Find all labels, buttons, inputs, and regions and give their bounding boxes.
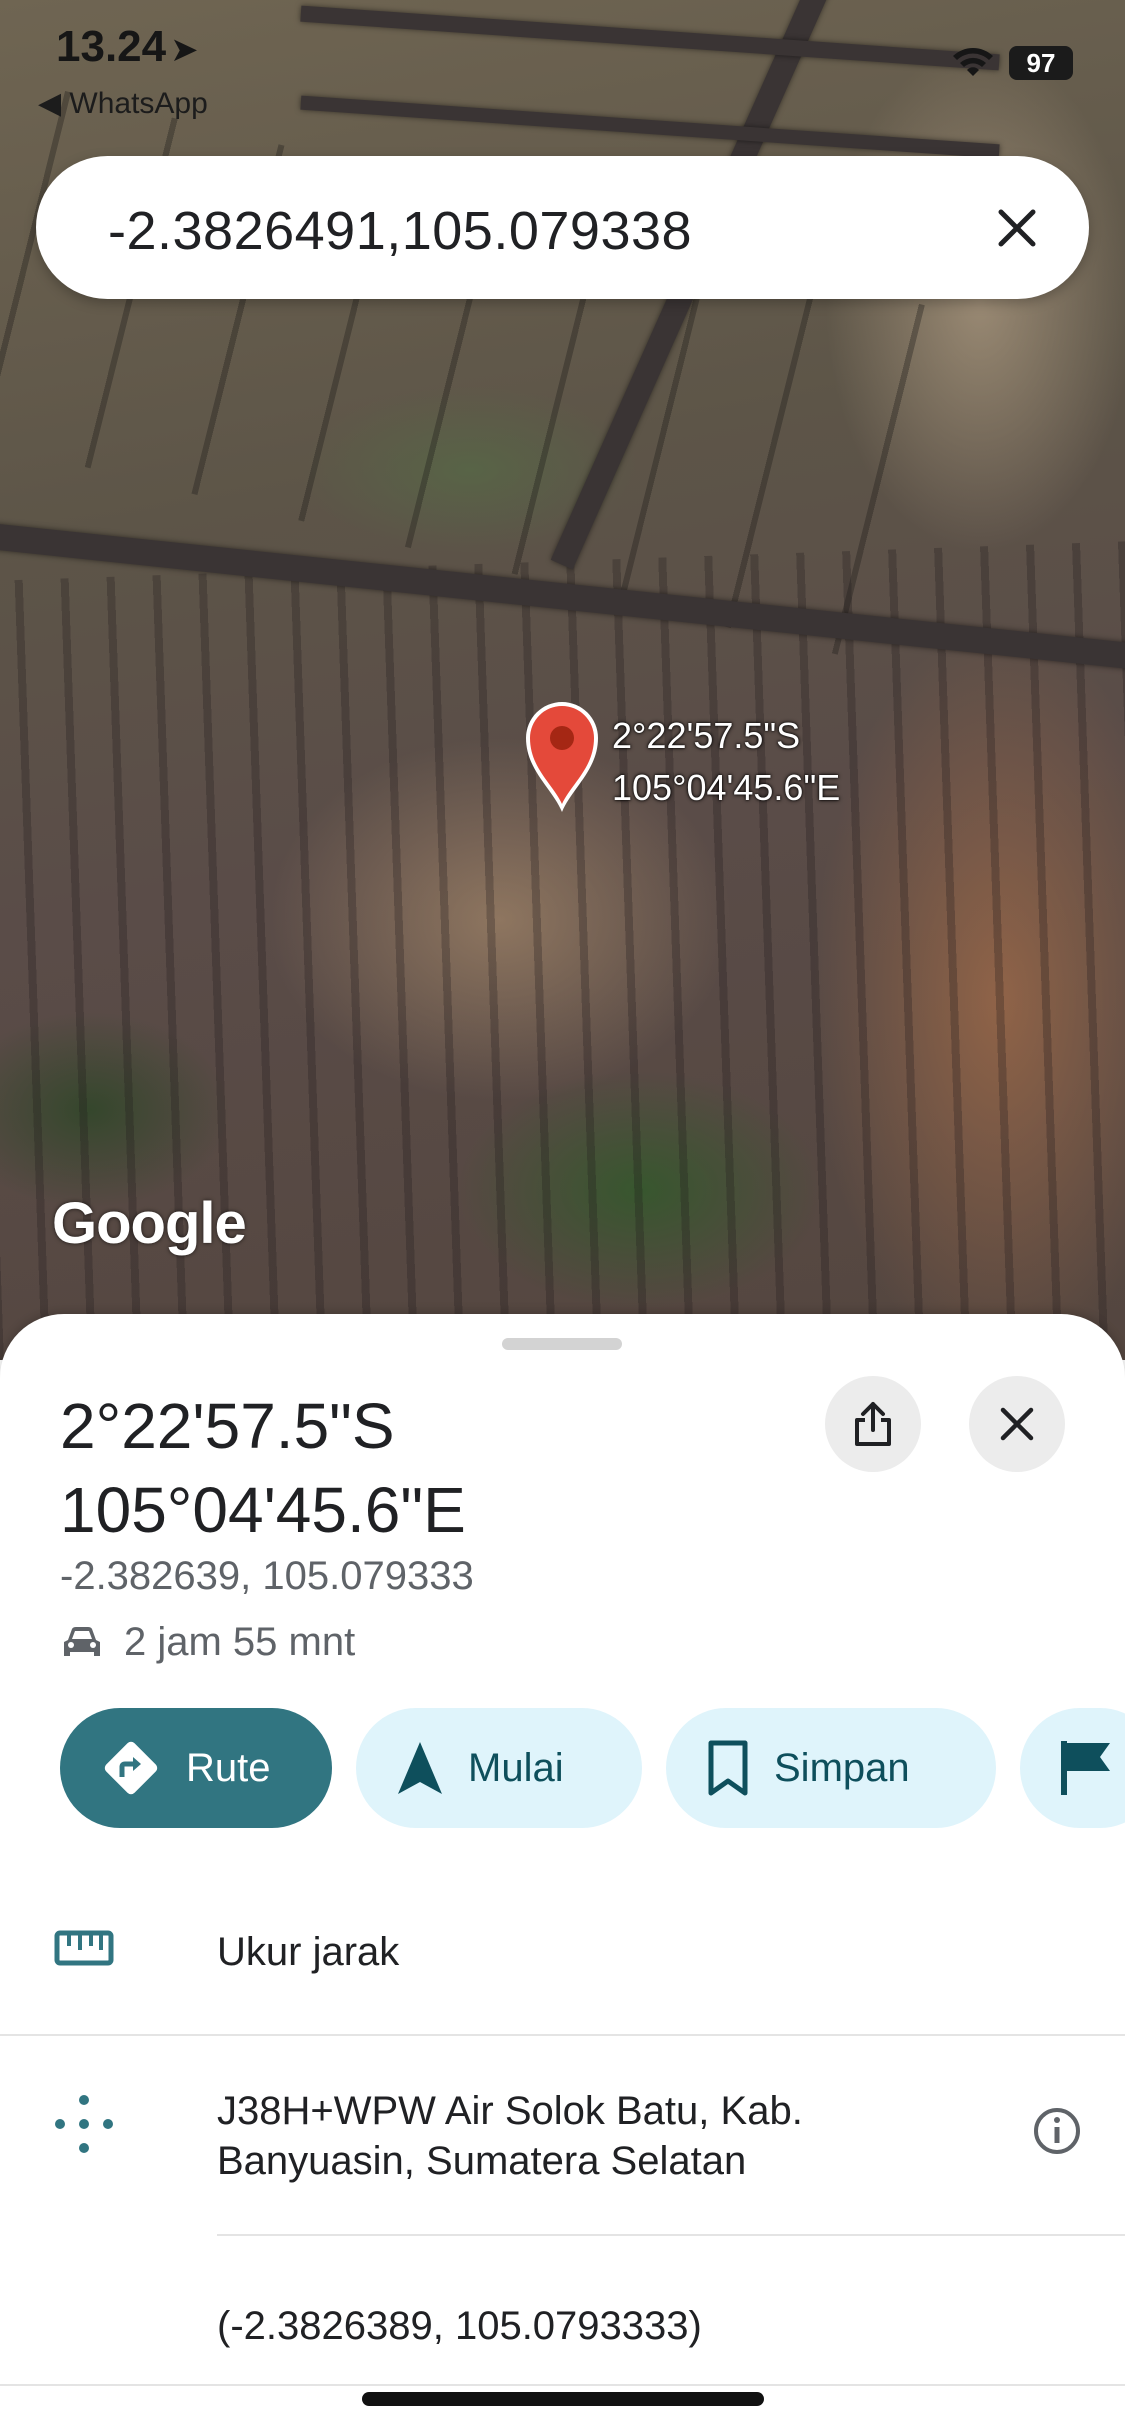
map-road xyxy=(300,5,1000,71)
pin-label: 2°22'57.5"S 105°04'45.6"E xyxy=(612,710,840,814)
share-icon xyxy=(855,1402,891,1446)
decimal-coordinates-row[interactable]: (-2.3826389, 105.0793333) xyxy=(217,2304,702,2349)
pin-label-lat: 2°22'57.5"S xyxy=(612,715,801,756)
pin-label-lng: 105°04'45.6"E xyxy=(612,767,841,808)
measure-distance-row[interactable]: Ukur jarak xyxy=(0,1874,1125,2034)
status-time: 13.24 ➤ xyxy=(56,22,199,72)
status-indicators: 97 xyxy=(951,46,1073,80)
place-title-lng: 105°04'45.6"E xyxy=(60,1474,466,1546)
close-icon xyxy=(1000,1407,1034,1441)
measure-distance-label: Ukur jarak xyxy=(217,1930,400,1974)
flag-icon xyxy=(1060,1739,1112,1797)
info-icon[interactable] xyxy=(1032,2106,1082,2156)
action-chips: Rute Mulai Simpan xyxy=(60,1708,1125,1828)
place-bottom-sheet[interactable]: 2°22'57.5"S 105°04'45.6"E -2.382639, 105… xyxy=(0,1314,1125,2436)
ruler-icon xyxy=(54,1930,114,1966)
share-button[interactable] xyxy=(825,1376,921,1472)
save-button-label: Simpan xyxy=(774,1745,910,1790)
directions-icon xyxy=(100,1737,162,1799)
location-pin-icon[interactable] xyxy=(522,700,602,814)
save-button[interactable]: Simpan xyxy=(666,1708,996,1828)
back-to-app-link[interactable]: ◀ WhatsApp xyxy=(38,86,208,121)
label-button[interactable] xyxy=(1020,1708,1125,1828)
place-title-lat: 2°22'57.5"S xyxy=(60,1390,395,1462)
plus-code-icon xyxy=(55,2095,113,2153)
plus-code-address: J38H+WPW Air Solok Batu, Kab. Banyuasin,… xyxy=(217,2089,803,2183)
clear-search-button[interactable] xyxy=(989,200,1045,256)
place-title: 2°22'57.5"S 105°04'45.6"E xyxy=(60,1384,466,1552)
search-bar[interactable]: -2.3826491,105.079338 xyxy=(36,156,1089,299)
wifi-icon xyxy=(953,48,993,76)
plus-code-row[interactable]: J38H+WPW Air Solok Batu, Kab. Banyuasin,… xyxy=(0,2036,1125,2236)
car-icon xyxy=(64,1626,100,1656)
home-indicator[interactable] xyxy=(362,2392,764,2406)
drive-time: 2 jam 55 mnt xyxy=(60,1620,355,1665)
search-input[interactable]: -2.3826491,105.079338 xyxy=(108,200,692,262)
sheet-drag-handle[interactable] xyxy=(502,1338,622,1350)
drive-time-text: 2 jam 55 mnt xyxy=(124,1620,356,1664)
google-logo: Google xyxy=(52,1191,247,1256)
status-time-text: 13.24 xyxy=(56,22,167,71)
route-button[interactable]: Rute xyxy=(60,1708,332,1828)
battery-indicator: 97 xyxy=(1009,46,1073,80)
divider xyxy=(0,2384,1125,2386)
close-sheet-button[interactable] xyxy=(969,1376,1065,1472)
route-button-label: Rute xyxy=(186,1745,271,1790)
decimal-coordinates: -2.382639, 105.079333 xyxy=(60,1554,474,1598)
start-navigation-button[interactable]: Mulai xyxy=(356,1708,642,1828)
location-arrow-icon: ➤ xyxy=(170,31,199,69)
navigation-arrow-icon xyxy=(396,1740,444,1796)
start-button-label: Mulai xyxy=(468,1745,564,1790)
bookmark-icon xyxy=(706,1739,750,1797)
map-road xyxy=(300,95,1000,159)
close-icon xyxy=(998,209,1036,247)
divider xyxy=(217,2234,1125,2236)
